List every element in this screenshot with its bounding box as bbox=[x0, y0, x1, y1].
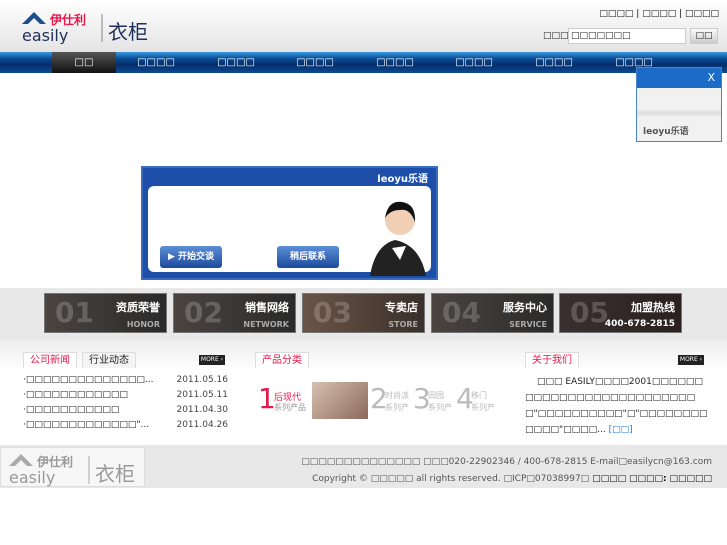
banner-store[interactable]: 03 专卖店 STORE bbox=[302, 293, 425, 333]
tab-industry-news[interactable]: 行业动态 bbox=[82, 352, 136, 368]
contact-later-button[interactable]: 稍后联系 bbox=[277, 246, 339, 268]
top-links: □□□□ | □□□□ | □□□□ bbox=[599, 9, 719, 19]
header: 伊仕利 easily 衣柜 □□□□ | □□□□ | □□□□ □□□□□ □□□… bbox=[0, 0, 727, 52]
footer-link[interactable]: □□□□□ bbox=[669, 474, 712, 484]
svg-text:衣柜: 衣柜 bbox=[95, 462, 135, 486]
close-icon[interactable]: X bbox=[707, 71, 715, 84]
logo[interactable]: 伊仕利 easily 衣柜 bbox=[20, 10, 160, 45]
svg-text:伊仕利: 伊仕利 bbox=[36, 454, 73, 469]
start-chat-button[interactable]: ▶ 开始交谈 bbox=[160, 246, 222, 268]
logo-icon: 伊仕利easily 衣柜 bbox=[9, 454, 135, 487]
floating-chat-widget: X leoyu乐语 bbox=[636, 67, 722, 142]
news-item[interactable]: ·□□□□□□□□□□□□□"... 2011.04.26 bbox=[23, 420, 228, 435]
tab-about-us[interactable]: 关于我们 bbox=[525, 352, 579, 368]
footer-link[interactable]: □□□□: bbox=[629, 474, 667, 484]
svg-text:衣柜: 衣柜 bbox=[108, 20, 148, 44]
banner-service[interactable]: 04 服务中心 SERVICE bbox=[431, 293, 554, 333]
product-category[interactable]: 3 田园 系列产 bbox=[413, 382, 455, 418]
agent-image bbox=[370, 201, 426, 276]
search-input[interactable]: □□□□□□□ bbox=[568, 28, 686, 44]
nav-item[interactable]: □□□□ bbox=[124, 52, 188, 73]
about-more-link[interactable]: [□□] bbox=[609, 425, 633, 435]
product-category[interactable]: 2 时尚派 系列产 bbox=[370, 382, 412, 418]
news-item[interactable]: ·□□□□□□□□□□□□□□... 2011.05.16 bbox=[23, 375, 228, 390]
nav-item[interactable]: □□□□ bbox=[204, 52, 268, 73]
tab-product-categories[interactable]: 产品分类 bbox=[255, 352, 309, 368]
chat-invite-widget: leoyu乐语 ▶ 开始交谈 稍后联系 bbox=[141, 166, 438, 280]
content-section: 公司新闻 行业动态 MORE › ·□□□□□□□□□□□□□□... 2011.… bbox=[0, 340, 727, 445]
banner-strip: 01 资质荣誉 HONOR 02 销售网络 NETWORK 03 专卖店 STORE 04 服… bbox=[0, 288, 727, 340]
product-image[interactable] bbox=[312, 382, 368, 419]
top-link[interactable]: □□□□ bbox=[599, 9, 633, 19]
news-item[interactable]: ·□□□□□□□□□□□ 2011.04.30 bbox=[23, 405, 228, 420]
top-link[interactable]: □□□□ bbox=[642, 9, 676, 19]
tab-company-news[interactable]: 公司新闻 bbox=[23, 352, 77, 368]
about-more-button[interactable]: MORE › bbox=[678, 355, 704, 365]
svg-text:easily: easily bbox=[22, 26, 68, 44]
nav-item-home[interactable]: □□ bbox=[52, 52, 116, 73]
nav-item[interactable]: □□□□ bbox=[283, 52, 347, 73]
leoyu-logo: leoyu乐语 bbox=[377, 174, 428, 185]
footer-contact: □□□□□□□□□□□□□□ □□□020-22902346 / 400-678… bbox=[301, 457, 712, 467]
logo-icon: 伊仕利easily 衣柜 bbox=[22, 12, 148, 45]
about-text: □□□ EASILY□□□□2001□□□□□□□□□□□□□□□□□□□□□□… bbox=[525, 377, 708, 435]
news-item[interactable]: ·□□□□□□□□□□□□ 2011.05.11 bbox=[23, 390, 228, 405]
footer: 伊仕利 easily 衣柜 □□□□□□□□□□□□□□ □□□020-229023… bbox=[0, 445, 727, 488]
nav-item[interactable]: □□□□ bbox=[442, 52, 506, 73]
banner-network[interactable]: 02 销售网络 NETWORK bbox=[173, 293, 296, 333]
nav-item[interactable]: □□□□ bbox=[363, 52, 427, 73]
leoyu-logo: leoyu乐语 bbox=[643, 127, 689, 137]
svg-text:easily: easily bbox=[9, 468, 55, 487]
banner-franchise[interactable]: 05 加盟热线 400-678-2815 bbox=[559, 293, 682, 333]
top-link[interactable]: □□□□ bbox=[685, 9, 719, 19]
product-category[interactable]: 1 后现代 系列产品 bbox=[258, 382, 313, 418]
main-nav: □□ □□□□ □□□□ □□□□ □□□□ □□□□ □□□□ □□□□ bbox=[0, 52, 727, 73]
svg-text:伊仕利: 伊仕利 bbox=[49, 12, 86, 27]
product-category[interactable]: 4 移门 系列产 bbox=[456, 382, 498, 418]
footer-copyright: Copyright © □□□□□ all rights reserved. □… bbox=[312, 474, 712, 484]
divider bbox=[637, 108, 721, 118]
footer-logo: 伊仕利 easily 衣柜 bbox=[0, 447, 145, 487]
search-button[interactable]: □□ bbox=[690, 28, 718, 44]
footer-link[interactable]: □□□□ bbox=[592, 474, 626, 484]
banner-honor[interactable]: 01 资质荣誉 HONOR bbox=[44, 293, 167, 333]
news-more-button[interactable]: MORE › bbox=[199, 355, 225, 365]
nav-item[interactable]: □□□□ bbox=[522, 52, 586, 73]
